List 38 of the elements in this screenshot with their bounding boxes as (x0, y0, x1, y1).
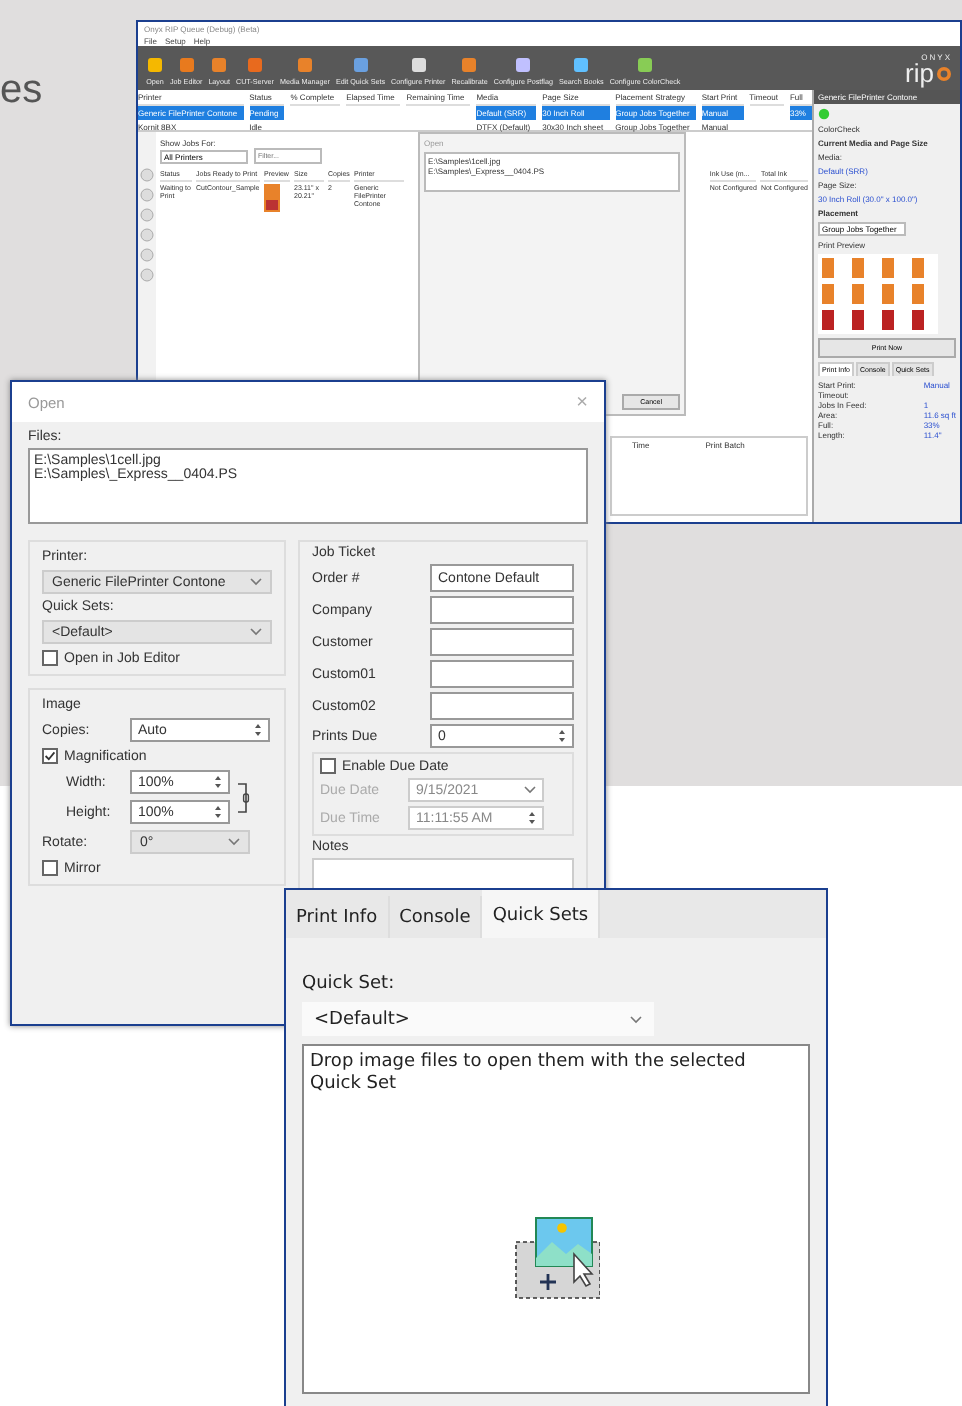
tool-icon (460, 56, 479, 74)
logo-text: rip (905, 62, 934, 86)
caret-icon (250, 628, 262, 636)
checkbox[interactable] (42, 748, 58, 764)
tab[interactable]: Quick Sets (482, 890, 601, 938)
drop-hint: Drop image files to open them with the selected Quick Set (310, 1052, 748, 1097)
ring-icon (936, 66, 952, 82)
spinner-icon[interactable] (214, 804, 222, 820)
status-icon (818, 108, 830, 120)
heading-fragment: es (0, 68, 43, 114)
notes-field[interactable] (312, 858, 574, 890)
checkbox[interactable] (42, 860, 58, 876)
checkbox[interactable] (42, 650, 58, 666)
tool-icon (514, 56, 533, 74)
quick-set-select[interactable]: <Default> (302, 1002, 654, 1036)
link-icon[interactable] (238, 782, 250, 814)
checkbox[interactable] (320, 758, 336, 774)
text-field[interactable] (430, 628, 574, 656)
spinner-icon[interactable] (214, 774, 222, 790)
caret-icon (524, 786, 536, 794)
text-field[interactable] (430, 660, 574, 688)
print-preview-drawing (818, 254, 938, 334)
tool-icon (572, 56, 591, 74)
image-drop-icon (512, 1213, 600, 1301)
job-thumbnail (264, 184, 280, 212)
field-label: Quick Set: (302, 974, 397, 994)
caret-icon (630, 1015, 642, 1023)
caret-icon (228, 838, 240, 846)
caret-icon (250, 578, 262, 586)
text-field[interactable] (430, 596, 574, 624)
drop-area[interactable]: Drop image files to open them with the selected Quick Set (302, 1044, 810, 1394)
tool-icon (409, 56, 428, 74)
tool-icon (295, 56, 314, 74)
text-field[interactable] (430, 692, 574, 720)
spinner-icon[interactable] (254, 722, 262, 738)
spinner-icon[interactable] (558, 728, 566, 744)
tool-icon (636, 56, 654, 74)
tool-icon (351, 56, 370, 74)
